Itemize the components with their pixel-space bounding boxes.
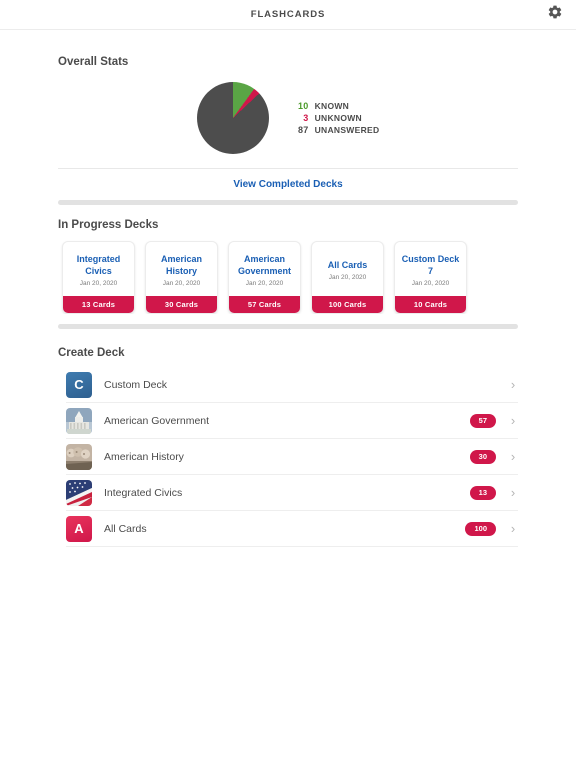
page-title: FLASHCARDS [250,9,326,20]
chevron-right-icon[interactable]: › [508,378,518,391]
app-header: FLASHCARDS [0,0,576,30]
overall-stats-heading: Overall Stats [58,56,129,68]
deck-card-title: Integrated Civics [76,254,121,276]
list-item-custom-deck[interactable]: C Custom Deck › [66,367,518,403]
legend-value-known: 10 [297,101,309,111]
stats-legend: 10 KNOWN 3 UNKNOWN 87 UNANSWERED [291,101,380,135]
deck-card-title: All Cards [327,259,368,270]
all-cards-letter-icon: A [66,515,92,542]
chevron-right-icon[interactable]: › [508,414,518,427]
legend-value-unknown: 3 [303,113,309,123]
deck-card-count: 10 Cards [395,296,466,313]
gear-icon [547,4,563,25]
deck-card-date: Jan 20, 2020 [79,280,118,287]
chevron-right-icon[interactable]: › [508,450,518,463]
legend-item-known: 10 KNOWN [291,101,380,111]
deck-card-body: All Cards Jan 20, 2020 [312,242,383,296]
list-item-badge: 100 [465,521,496,536]
settings-button[interactable] [544,4,566,26]
in-progress-deck-strip[interactable]: Integrated Civics Jan 20, 2020 13 Cards … [0,231,576,314]
list-item-label: American Government [104,414,210,427]
list-item-all-cards[interactable]: A All Cards 100 › [66,511,518,547]
list-item-badge: 13 [469,485,496,500]
legend-label-known: KNOWN [314,101,350,111]
deck-card-american-government[interactable]: American Government Jan 20, 2020 57 Card… [228,241,301,314]
chevron-right-icon[interactable]: › [508,522,518,535]
page-content: Overall Stats 10 KNOWN 3 UNKNOWN 87 UNAN… [0,30,576,547]
list-item-label: Custom Deck [104,378,168,391]
deck-card-body: American Government Jan 20, 2020 [229,242,300,296]
create-deck-list: C Custom Deck › American Government 57 ›… [66,367,518,547]
list-item-american-history[interactable]: American History 30 › [66,439,518,475]
deck-card-body: Custom Deck 7 Jan 20, 2020 [395,242,466,296]
deck-card-count: 13 Cards [63,296,134,313]
chevron-right-icon[interactable]: › [508,486,518,499]
american-flag-icon [66,479,92,506]
deck-card-title: American Government [237,254,291,276]
deck-card-count: 100 Cards [312,296,383,313]
list-item-badge: 57 [469,413,496,428]
deck-card-american-history[interactable]: American History Jan 20, 2020 30 Cards [145,241,218,314]
in-progress-heading: In Progress Decks [58,219,159,231]
deck-card-body: American History Jan 20, 2020 [146,242,217,296]
deck-card-date: Jan 20, 2020 [245,280,284,287]
deck-card-integrated-civics[interactable]: Integrated Civics Jan 20, 2020 13 Cards [62,241,135,314]
deck-card-count: 30 Cards [146,296,217,313]
legend-item-unknown: 3 UNKNOWN [291,113,380,123]
list-item-badge: 30 [469,449,496,464]
deck-card-body: Integrated Civics Jan 20, 2020 [63,242,134,296]
legend-item-unanswered: 87 UNANSWERED [291,125,380,135]
create-deck-heading: Create Deck [58,347,125,359]
deck-card-custom-deck-7[interactable]: Custom Deck 7 Jan 20, 2020 10 Cards [394,241,467,314]
deck-card-title: Custom Deck 7 [401,254,460,276]
deck-card-date: Jan 20, 2020 [411,280,450,287]
list-item-label: Integrated Civics [104,486,183,499]
legend-label-unanswered: UNANSWERED [314,125,380,135]
deck-card-title: American History [160,254,203,276]
view-completed-decks-link[interactable]: View Completed Decks [0,169,576,200]
list-item-label: American History [104,450,184,463]
mount-rushmore-icon [66,443,92,470]
custom-deck-letter-icon: C [66,371,92,398]
legend-value-unanswered: 87 [297,125,309,135]
legend-label-unknown: UNKNOWN [314,113,362,123]
capitol-dome-icon [66,407,92,434]
list-item-american-government[interactable]: American Government 57 › [66,403,518,439]
stats-pie-chart [196,82,269,154]
deck-card-date: Jan 20, 2020 [162,280,201,287]
overall-stats-panel: 10 KNOWN 3 UNKNOWN 87 UNANSWERED [0,68,576,164]
deck-card-count: 57 Cards [229,296,300,313]
deck-card-date: Jan 20, 2020 [328,274,367,282]
deck-card-all-cards[interactable]: All Cards Jan 20, 2020 100 Cards [311,241,384,314]
list-item-label: All Cards [104,522,147,535]
list-item-integrated-civics[interactable]: Integrated Civics 13 › [66,475,518,511]
